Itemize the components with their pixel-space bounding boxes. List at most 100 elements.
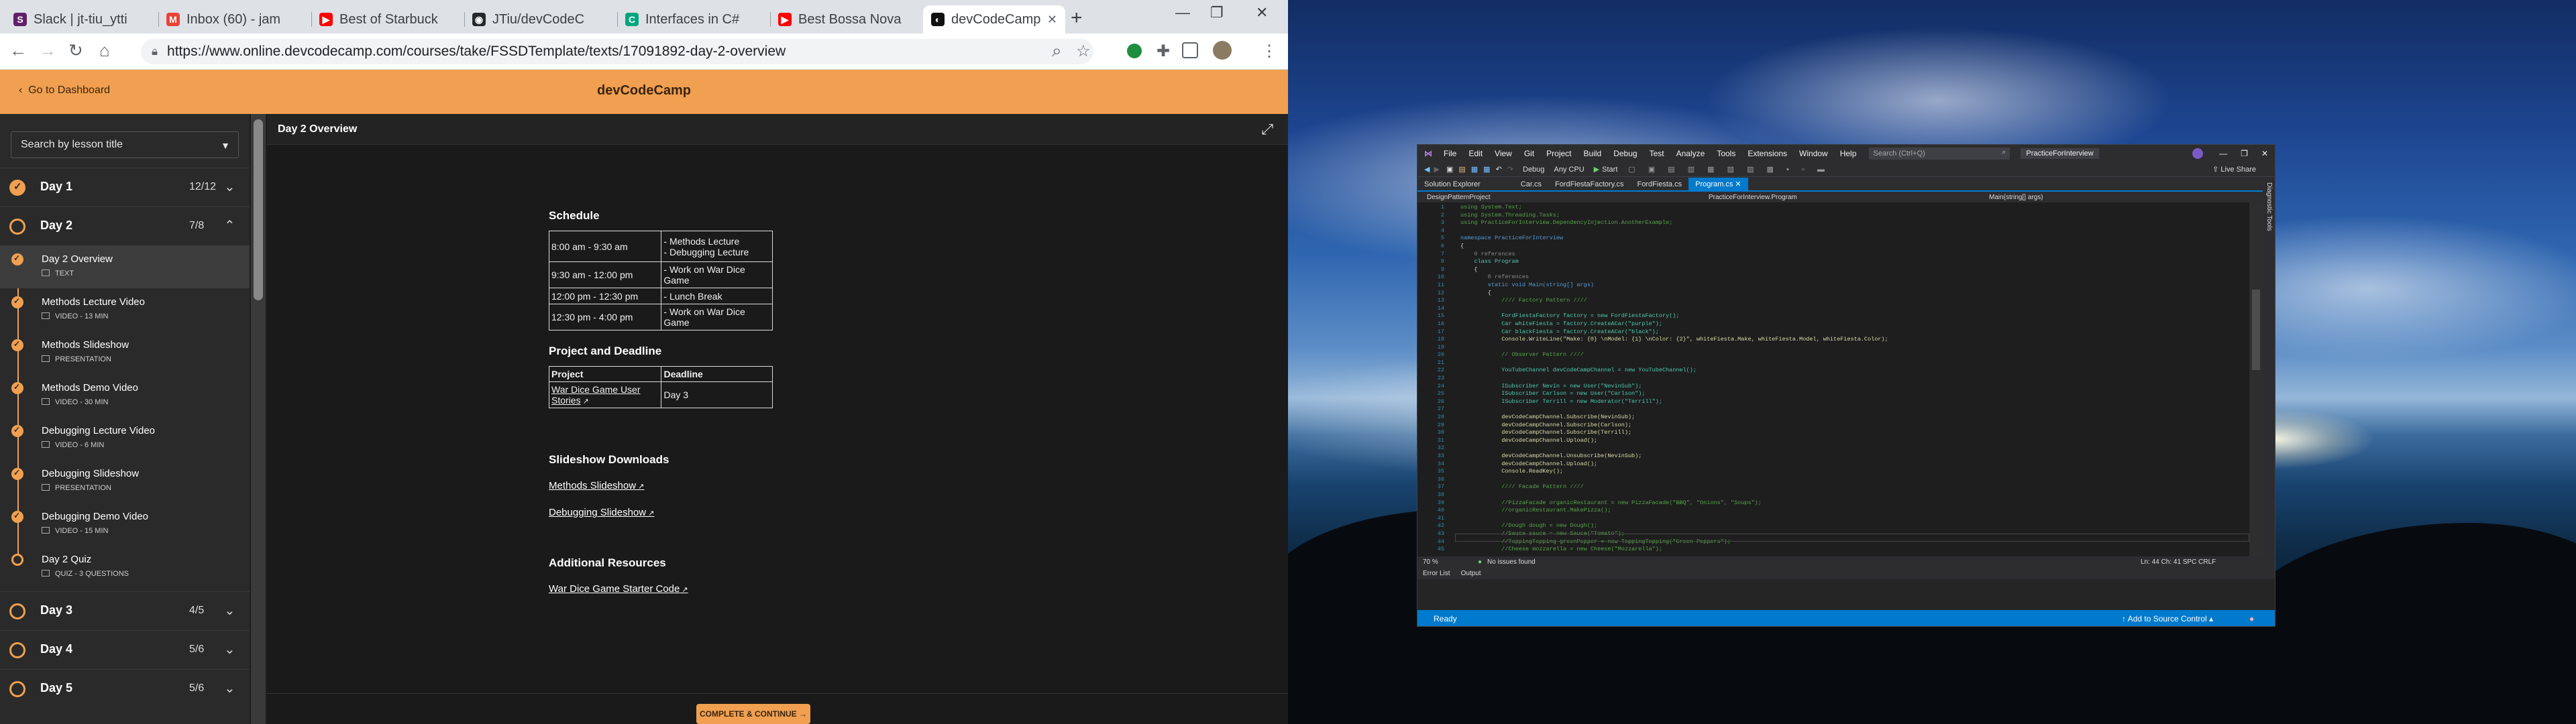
vs-menu-item[interactable]: Tools [1717,149,1735,158]
scrollbar-thumb[interactable] [254,119,263,300]
browser-tab[interactable]: ◉ JTiu/devCodeC [464,5,617,34]
forward-icon[interactable]: → [39,40,56,61]
back-icon[interactable]: ← [9,40,27,61]
vs-bottom-tab[interactable]: Error List [1423,570,1450,577]
debugging-slideshow-link[interactable]: Debugging Slideshow ↗ [549,507,654,518]
lesson-status-icon [11,382,23,394]
vs-doc-tab[interactable]: FordFiestaFactory.cs [1548,178,1631,190]
forward-icon[interactable]: ▶ [1434,165,1439,174]
back-icon[interactable]: ◀ [1424,165,1430,174]
day-section-2[interactable]: Day 2 7/8 ⌃ [0,206,250,244]
day-section-1[interactable]: Day 1 12/12 ⌄ [0,168,250,205]
browser-tab[interactable]: ▶ Best of Starbuck [311,5,464,34]
add-source-control-button[interactable]: ↑ Add to Source Control ▴ [2122,614,2213,623]
start-button[interactable]: Start [1602,166,1617,174]
visual-studio-window[interactable]: ⋈ File Edit View Git Project Build Debug Test An… [1417,144,2275,627]
starter-code-link[interactable]: War Dice Game Starter Code ↗ [549,583,688,595]
sidebar-scrollbar[interactable] [251,114,266,724]
extensions-icon[interactable]: ✚ [1157,42,1170,61]
lesson-item[interactable]: Debugging Demo Video VIDEO - 15 MIN [0,503,250,546]
minimize-icon[interactable]: — [2219,149,2227,158]
code-line: 4 [1417,227,1888,235]
save-all-icon[interactable]: ▦ [1483,165,1490,174]
lesson-item[interactable]: Methods Lecture Video VIDEO - 13 MIN [0,288,250,331]
browser-tab[interactable]: M Inbox (60) - jam [158,5,311,34]
vs-menu-item[interactable]: Analyze [1676,149,1705,158]
close-icon[interactable]: ✕ [1256,4,1268,21]
start-icon[interactable]: ▶ [1594,165,1599,174]
open-icon[interactable]: ▤ [1458,165,1465,174]
nav-member-dropdown[interactable]: Main(string[] args) [1989,194,2043,201]
lesson-item[interactable]: Debugging Lecture Video VIDEO - 6 MIN [0,417,250,460]
scrollbar-thumb[interactable] [2252,290,2260,370]
menu-icon[interactable]: ⋮ [1261,42,1277,61]
undo-icon[interactable]: ↶ [1496,165,1502,174]
expand-icon[interactable]: ⤢ [1261,121,1273,138]
bookmark-star-icon[interactable]: ☆ [1076,42,1091,61]
home-icon[interactable]: ⌂ [99,40,110,61]
new-item-icon[interactable]: ▣ [1446,165,1453,174]
lesson-item[interactable]: Day 2 Overview TEXT [0,245,250,288]
browser-tab[interactable]: ◐ devCodeCamp ✕ [923,5,1065,34]
vs-search-box[interactable]: Search (Ctrl+Q) ⌕ [1869,147,2010,160]
vs-doc-tab-label: FordFiestaFactory.cs [1554,180,1624,188]
vs-bottom-tab[interactable]: Output [1461,570,1481,577]
profile-avatar[interactable] [1213,41,1232,60]
lesson-search-select[interactable]: Search by lesson title ▼ [11,131,239,158]
maximize-icon[interactable]: ❐ [2241,149,2248,158]
browser-tab[interactable]: C Interfaces in C# [617,5,770,34]
methods-slideshow-link[interactable]: Methods Slideshow ↗ [549,480,644,491]
search-icon[interactable]: ⌕ [1052,40,1062,62]
code-editor[interactable]: 1 using System.Text; 2 using System.Threadi… [1417,202,2249,556]
save-icon[interactable]: ▦ [1471,165,1478,174]
live-share-button[interactable]: ⇪ Live Share [2212,165,2256,174]
project-link[interactable]: War Dice Game User Stories [551,384,641,406]
nav-class-dropdown[interactable]: PracticeForInterview.Program [1709,194,1797,201]
vs-menu-item[interactable]: Debug [1613,149,1637,158]
close-icon[interactable]: ✕ [2261,149,2268,158]
tab-close-icon[interactable]: ✕ [1047,13,1057,27]
vs-doc-tab[interactable]: Program.cs ✕ [1688,178,1748,190]
vs-doc-tab[interactable]: Solution Explorer [1417,178,1487,190]
diagnostic-tools-panel[interactable]: Diagnostic Tools [2263,177,2275,556]
day-section-5[interactable]: Day 5 5/6 ⌄ [0,669,250,707]
lesson-item[interactable]: Debugging Slideshow PRESENTATION [0,460,250,503]
maximize-icon[interactable]: ❐ [1210,4,1224,21]
address-bar[interactable]: 🔒︎ https://www.online.devcodecamp.com/co… [141,39,1093,64]
lesson-item[interactable]: Methods Demo Video VIDEO - 30 MIN [0,374,250,417]
vs-menu-item[interactable]: Extensions [1748,149,1787,158]
vs-menu-item[interactable]: Window [1799,149,1828,158]
config-dropdown[interactable]: Debug [1523,166,1544,174]
vs-menu-item[interactable]: Test [1650,149,1664,158]
vs-menu-item[interactable]: Edit [1468,149,1483,158]
tab-close-icon[interactable]: ✕ [1733,180,1741,188]
complete-continue-button[interactable]: COMPLETE & CONTINUE → [696,704,810,724]
vs-doc-tab[interactable]: FordFiesta.cs [1630,178,1688,190]
extension-green-icon[interactable] [1127,44,1142,58]
browser-tab[interactable]: ▶ Best Bossa Nova [770,5,923,34]
vs-menu-item[interactable]: Git [1524,149,1534,158]
notification-icon[interactable]: ● [2249,614,2254,623]
vs-menu-item[interactable]: File [1444,149,1456,158]
vs-menu-item[interactable]: Project [1546,149,1571,158]
minimize-icon[interactable]: — [1175,4,1190,21]
downloads-icon[interactable] [1182,42,1198,58]
vs-menu-item[interactable]: Build [1584,149,1602,158]
reload-icon[interactable]: ↻ [68,40,83,61]
platform-dropdown[interactable]: Any CPU [1554,166,1584,174]
vs-menu-item[interactable]: Help [1840,149,1857,158]
account-avatar[interactable] [2192,148,2204,159]
browser-tab[interactable]: S Slack | jt-tiu_ytti [5,5,158,34]
vs-menu-item[interactable]: View [1495,149,1512,158]
zoom-level[interactable]: 70 % [1423,558,1438,566]
editor-scrollbar[interactable] [2249,202,2263,556]
day-section-3[interactable]: Day 3 4/5 ⌄ [0,591,250,629]
day-section-4[interactable]: Day 4 5/6 ⌄ [0,630,250,668]
lesson-item[interactable]: Day 2 Quiz QUIZ - 3 QUESTIONS [0,546,250,589]
redo-icon[interactable]: ↷ [1507,165,1513,174]
lesson-item[interactable]: Methods Slideshow PRESENTATION [0,331,250,374]
nav-project-dropdown[interactable]: DesignPatternProject [1427,194,1491,201]
new-tab-button[interactable]: + [1071,7,1083,29]
tab-title: Best Bossa Nova [798,11,902,27]
vs-doc-tab[interactable]: Car.cs [1514,178,1548,190]
